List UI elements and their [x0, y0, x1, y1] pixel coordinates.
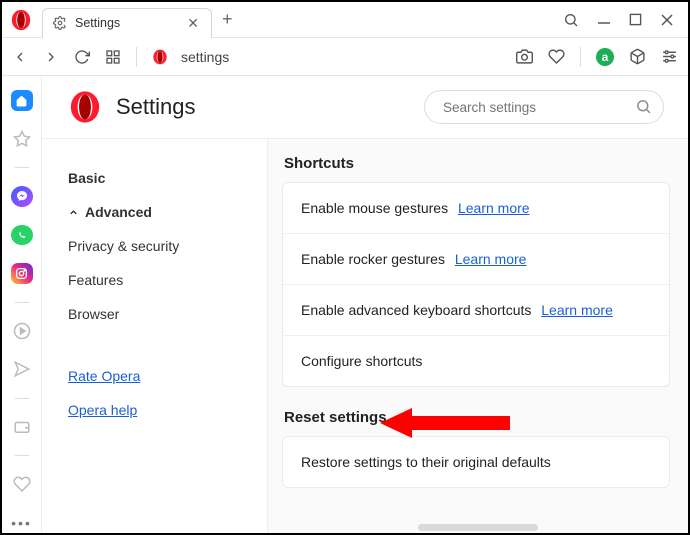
new-tab-button[interactable]: + — [212, 9, 243, 30]
heart-icon[interactable] — [548, 48, 565, 65]
separator — [15, 455, 29, 456]
sidebar-heart-icon[interactable] — [11, 474, 33, 495]
shortcuts-card: Enable mouse gestures Learn more Enable … — [282, 182, 670, 387]
section-reset-title: Reset settings — [284, 409, 670, 426]
row-label: Enable rocker gestures — [301, 251, 445, 267]
sidebar-messenger-icon[interactable] — [11, 186, 33, 207]
sidebar-play-icon[interactable] — [11, 321, 33, 342]
opera-sidebar: ••• — [2, 76, 42, 533]
cube-icon[interactable] — [629, 48, 646, 65]
settings-main: Shortcuts Enable mouse gestures Learn mo… — [267, 139, 688, 533]
sidebar-wallet-icon[interactable] — [11, 417, 33, 438]
sidebar-more-icon[interactable]: ••• — [11, 513, 33, 534]
speed-dial-icon[interactable] — [105, 49, 121, 65]
row-label: Enable mouse gestures — [301, 200, 448, 216]
separator — [15, 302, 29, 303]
minimize-button[interactable] — [597, 13, 611, 27]
separator — [15, 167, 29, 168]
nav-opera-help[interactable]: Opera help — [68, 393, 257, 427]
nav-privacy[interactable]: Privacy & security — [68, 229, 257, 263]
row-keyboard-shortcuts[interactable]: Enable advanced keyboard shortcuts Learn… — [283, 284, 669, 335]
row-label: Enable advanced keyboard shortcuts — [301, 302, 531, 318]
chevron-up-icon — [68, 207, 79, 218]
address-text[interactable]: settings — [181, 49, 229, 65]
settings-nav: Basic Advanced Privacy & security Featur… — [42, 139, 267, 533]
opera-icon — [152, 48, 170, 66]
search-input[interactable] — [424, 90, 664, 124]
scrollbar[interactable] — [418, 524, 538, 531]
maximize-button[interactable] — [629, 13, 642, 26]
extension-badge[interactable]: a — [596, 48, 614, 66]
separator — [15, 398, 29, 399]
learn-more-link[interactable]: Learn more — [541, 302, 613, 318]
nav-browser[interactable]: Browser — [68, 297, 257, 331]
opera-logo-icon — [8, 7, 34, 33]
nav-advanced[interactable]: Advanced — [68, 195, 257, 229]
browser-tab[interactable]: Settings ✕ — [42, 8, 212, 38]
row-configure-shortcuts[interactable]: Configure shortcuts — [283, 335, 669, 386]
sidebar-send-icon[interactable] — [11, 359, 33, 380]
nav-basic[interactable]: Basic — [68, 161, 257, 195]
reload-button[interactable] — [74, 49, 90, 65]
close-window-button[interactable] — [660, 13, 674, 27]
page-title: Settings — [116, 94, 196, 120]
snapshot-icon[interactable] — [516, 48, 533, 65]
sidebar-home-icon[interactable] — [11, 90, 33, 111]
window-search-icon[interactable] — [563, 12, 579, 28]
separator — [580, 47, 581, 67]
back-button[interactable] — [12, 49, 28, 65]
section-shortcuts-title: Shortcuts — [284, 155, 670, 172]
learn-more-link[interactable]: Learn more — [458, 200, 530, 216]
tab-title: Settings — [75, 16, 183, 30]
forward-button[interactable] — [43, 49, 59, 65]
sidebar-whatsapp-icon[interactable] — [11, 225, 33, 246]
sidebar-instagram-icon[interactable] — [11, 263, 33, 284]
sidebar-star-icon[interactable] — [11, 129, 33, 150]
learn-more-link[interactable]: Learn more — [455, 251, 527, 267]
nav-rate-opera[interactable]: Rate Opera — [68, 359, 257, 393]
row-restore-defaults[interactable]: Restore settings to their original defau… — [283, 437, 669, 487]
close-tab-button[interactable]: ✕ — [183, 15, 203, 32]
separator — [136, 47, 137, 67]
gear-icon — [53, 16, 67, 30]
row-mouse-gestures[interactable]: Enable mouse gestures Learn more — [283, 183, 669, 233]
settings-logo-icon — [68, 90, 102, 124]
row-rocker-gestures[interactable]: Enable rocker gestures Learn more — [283, 233, 669, 284]
nav-advanced-label: Advanced — [85, 204, 152, 220]
nav-features[interactable]: Features — [68, 263, 257, 297]
reset-card: Restore settings to their original defau… — [282, 436, 670, 488]
easy-setup-icon[interactable] — [661, 48, 678, 65]
search-icon — [635, 98, 652, 115]
